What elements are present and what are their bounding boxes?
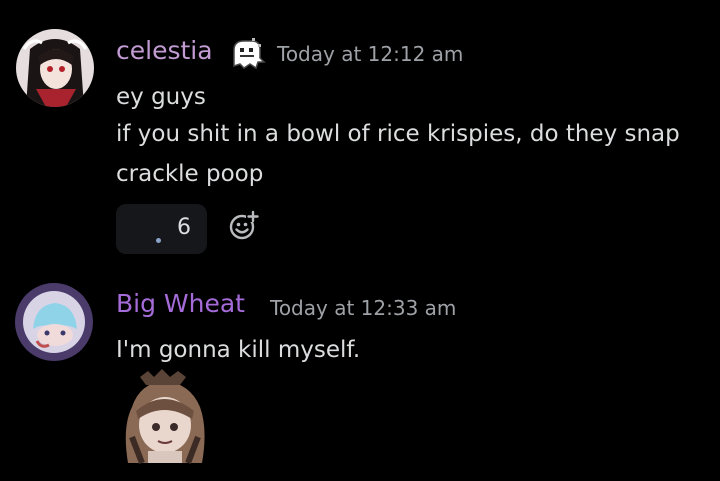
username[interactable]: celestia: [116, 36, 213, 65]
add-reaction-icon[interactable]: [229, 209, 261, 241]
message-line: crackle poop: [116, 161, 264, 187]
anime-girl-sticker[interactable]: [118, 367, 212, 465]
message-line: if you shit in a bowl of rice krispies, …: [116, 121, 680, 147]
message-line: ey guys: [116, 84, 206, 110]
avatar-celestia[interactable]: [16, 29, 94, 107]
username[interactable]: Big Wheat: [116, 289, 245, 318]
pixel-ghost-badge-icon[interactable]: [228, 36, 266, 74]
timestamp[interactable]: Today at 12:33 am: [270, 296, 456, 320]
emoji-reaction-icon: [156, 238, 161, 243]
timestamp[interactable]: Today at 12:12 am: [277, 42, 463, 66]
message-big-wheat: Big Wheat Today at 12:33 am I'm gonna ki…: [0, 270, 720, 481]
reaction-count: 6: [177, 215, 191, 240]
message-celestia: celestia Today at 12:12 am ey guys if yo…: [0, 0, 720, 270]
avatar-big-wheat[interactable]: [15, 283, 93, 361]
reaction-button[interactable]: 6: [116, 204, 207, 254]
avatar-image: [16, 29, 94, 107]
avatar-image: [15, 283, 93, 361]
message-line: I'm gonna kill myself.: [116, 337, 361, 363]
